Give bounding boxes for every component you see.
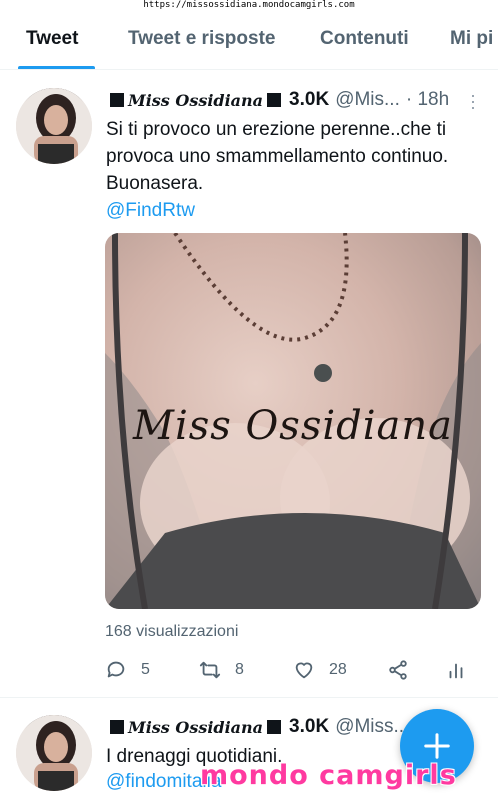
share-button[interactable]: [387, 658, 409, 682]
square-emoji-icon: [267, 720, 282, 734]
tab-contenuti[interactable]: Contenuti: [320, 28, 409, 50]
user-handle[interactable]: @Miss...: [335, 716, 409, 738]
square-emoji-icon: [267, 93, 282, 107]
user-handle[interactable]: @Mis...: [335, 89, 400, 111]
mention-link[interactable]: @FindRtw: [106, 200, 195, 222]
share-icon: [389, 660, 407, 680]
tweet-timestamp[interactable]: · 18h: [406, 89, 449, 111]
heart-icon: [295, 662, 313, 679]
media-watermark-text: Miss Ossidiana: [132, 403, 453, 449]
analytics-button[interactable]: [445, 658, 467, 682]
tweet-header: Miss Ossidiana 3.0K @Mis... · 18h: [106, 88, 449, 112]
square-emoji-icon: [110, 93, 124, 107]
retweet-count: 8: [235, 661, 244, 678]
square-emoji-icon: [110, 720, 124, 734]
tweet-header: Miss Ossidiana 3.0K @Miss...: [106, 715, 409, 739]
site-watermark: mondo camgirls: [200, 760, 457, 791]
plus-icon: [424, 733, 450, 759]
like-button[interactable]: 28: [293, 658, 347, 682]
view-count: 168 visualizzazioni: [105, 623, 239, 640]
tab-mi-piace[interactable]: Mi pi: [450, 28, 493, 50]
retweet-icon: [199, 661, 221, 679]
tab-tweet[interactable]: Tweet: [26, 28, 78, 50]
profile-tabs: Tweet Tweet e risposte Contenuti Mi pi: [0, 10, 498, 70]
reply-count: 5: [141, 661, 150, 678]
display-name[interactable]: Miss Ossidiana: [128, 91, 263, 110]
tweet-actions: 5 8 28: [105, 658, 485, 682]
tweet-media-image[interactable]: Miss Ossidiana: [105, 233, 481, 609]
reply-icon: [107, 661, 125, 678]
like-count: 28: [329, 661, 347, 678]
avatar[interactable]: [16, 715, 92, 791]
reply-button[interactable]: 5: [105, 658, 150, 682]
more-vertical-icon[interactable]: · · ·: [470, 86, 476, 116]
analytics-icon: [449, 663, 463, 679]
tab-tweet-e-risposte[interactable]: Tweet e risposte: [128, 28, 275, 50]
display-name[interactable]: Miss Ossidiana: [128, 718, 263, 737]
retweet-button[interactable]: 8: [199, 658, 244, 682]
tweet[interactable]: Miss Ossidiana 3.0K @Mis... · 18h · · · Si…: [0, 70, 498, 698]
follower-count: 3.0K: [289, 716, 330, 737]
url-watermark: https://missossidiana.mondocamgirls.com: [143, 0, 355, 10]
tweet-text: Si ti provoco un erezione perenne..che t…: [106, 119, 449, 194]
follower-count: 3.0K: [289, 89, 330, 110]
avatar[interactable]: [16, 88, 92, 164]
